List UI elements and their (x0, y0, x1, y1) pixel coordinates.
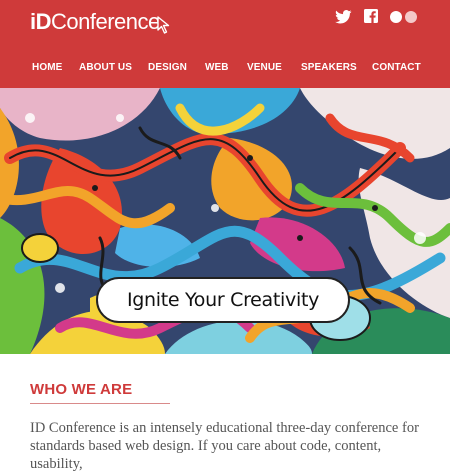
facebook-icon[interactable] (364, 9, 378, 28)
flickr-icon[interactable] (389, 10, 419, 29)
section-heading: WHO WE ARE (30, 381, 133, 398)
heading-divider (30, 403, 170, 404)
site-header: iDConference HOME ABOUT US DESIGN WEB VE… (0, 0, 450, 88)
nav-item-speakers[interactable]: SPEAKERS (301, 62, 357, 73)
nav-item-home[interactable]: HOME (32, 62, 62, 73)
nav-item-contact[interactable]: CONTACT (372, 62, 421, 73)
nav-item-about-us[interactable]: ABOUT US (79, 62, 132, 73)
site-logo[interactable]: iDConference (30, 7, 171, 37)
nav-item-venue[interactable]: VENUE (247, 62, 282, 73)
nav-item-design[interactable]: DESIGN (148, 62, 187, 73)
hero-speech-bubble: Ignite Your Creativity (96, 277, 350, 323)
logo-text: iDConference (30, 9, 160, 34)
about-text: ID Conference is an intensely educationa… (30, 420, 419, 472)
main-nav: HOME ABOUT US DESIGN WEB VENUE SPEAKERS … (0, 62, 450, 78)
nav-item-web[interactable]: WEB (205, 62, 229, 73)
twitter-icon[interactable] (335, 10, 352, 29)
cursor-icon (157, 16, 169, 34)
hero-banner: Ignite Your Creativity (0, 88, 450, 354)
hero-title: Ignite Your Creativity (126, 289, 320, 311)
